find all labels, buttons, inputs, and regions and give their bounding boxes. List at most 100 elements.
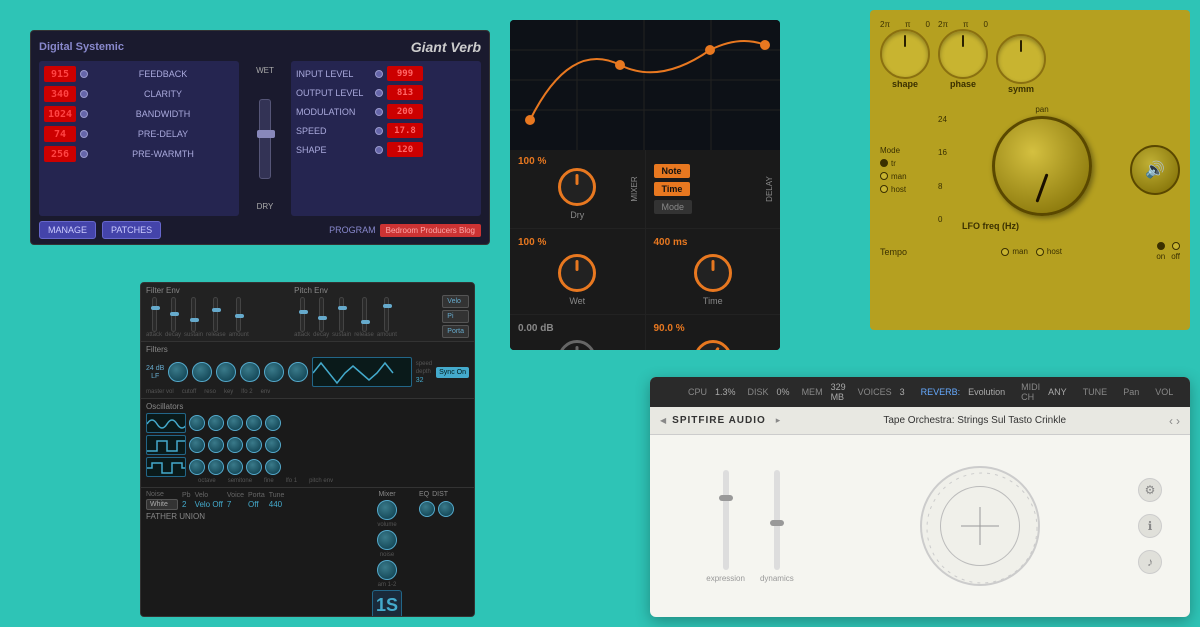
lfo-phase-knob[interactable] <box>938 29 988 79</box>
sf-info-btn[interactable]: ℹ <box>1138 514 1162 538</box>
synth-slider-sustain[interactable]: sustain <box>184 297 203 338</box>
ad-dry-knob[interactable] <box>558 168 596 206</box>
synth-osc3-semi[interactable] <box>208 459 224 475</box>
synth-mixer-osc1[interactable] <box>377 500 397 520</box>
sf-prev-btn[interactable]: ‹ <box>1169 414 1173 428</box>
synth-pitch-slider-amount[interactable]: amount <box>377 297 397 338</box>
synth-porta-btn[interactable]: Porta <box>442 325 469 338</box>
synth-osc1-semi[interactable] <box>208 415 224 431</box>
synth-osc1-octave[interactable] <box>189 415 205 431</box>
sf-dynamics-fader[interactable]: dynamics <box>760 470 794 583</box>
lfo-tempo-label: Tempo <box>880 247 907 257</box>
sf-dynamics-track[interactable] <box>774 470 780 570</box>
gv-outputlevel-dot[interactable] <box>375 89 383 97</box>
synth-osc1-pitchenv[interactable] <box>265 415 281 431</box>
synth-lfo2-knob[interactable] <box>264 362 284 382</box>
gv-clarity-dot[interactable] <box>80 90 88 98</box>
synth-noise-select[interactable]: White <box>146 499 178 510</box>
ad-time-btn[interactable]: Time <box>654 182 691 196</box>
lfo-radio-host[interactable] <box>880 185 888 193</box>
gv-wetdry-fader[interactable] <box>259 99 271 179</box>
synth-sync-btn[interactable]: Sync On <box>436 367 469 378</box>
lfo-off-item[interactable]: off <box>1171 242 1180 261</box>
synth-key-knob[interactable] <box>240 362 260 382</box>
ad-mode-inactive[interactable]: Mode <box>654 200 693 214</box>
synth-cutoff-knob[interactable] <box>192 362 212 382</box>
sf-expression-thumb[interactable] <box>719 495 733 501</box>
synth-osc3-pitchenv[interactable] <box>265 459 281 475</box>
gv-feedback-dot[interactable] <box>80 70 88 78</box>
synth-filters-row: 24 dB LF speed depth 32 Sync On <box>146 357 469 387</box>
gv-shape-dot[interactable] <box>375 146 383 154</box>
synth-osc3-octave[interactable] <box>189 459 205 475</box>
synth-osc2-semi[interactable] <box>208 437 224 453</box>
lfo-radio-tr[interactable] <box>880 159 888 167</box>
patches-button[interactable]: PATCHES <box>102 221 161 239</box>
synth-pitch-slider-decay[interactable]: decay <box>313 297 329 338</box>
sf-dynamics-thumb[interactable] <box>770 520 784 526</box>
lfo-off-label: off <box>1171 252 1180 261</box>
synth-reso-knob[interactable] <box>216 362 236 382</box>
synth-osc1-fine[interactable] <box>227 415 243 431</box>
ad-decay-knob[interactable] <box>694 340 732 350</box>
synth-mastervol-knob[interactable] <box>168 362 188 382</box>
synth-dist-knob[interactable] <box>438 501 454 517</box>
manage-button[interactable]: MANAGE <box>39 221 96 239</box>
synth-osc3-lfo1[interactable] <box>246 459 262 475</box>
synth-osc2-pitchenv[interactable] <box>265 437 281 453</box>
synth-slider-release[interactable]: release <box>206 297 226 338</box>
sf-main-dial[interactable] <box>920 466 1040 586</box>
sf-nav-arrow[interactable]: ◀ <box>660 416 666 425</box>
synth-osc-label: Oscillators <box>146 402 469 411</box>
synth-osc1-lfo1[interactable] <box>246 415 262 431</box>
ad-note-btn[interactable]: Note <box>654 164 690 178</box>
lfo-tempo-host[interactable]: host <box>1036 247 1062 256</box>
synth-slider-attack[interactable]: attack <box>146 297 162 338</box>
synth-slider-decay[interactable]: decay <box>165 297 181 338</box>
sf-midi-btn[interactable]: ♪ <box>1138 550 1162 574</box>
lfo-mode-man[interactable]: man <box>880 172 930 181</box>
ad-volume-knob[interactable] <box>558 340 596 350</box>
lfo-mode-host[interactable]: host <box>880 185 930 194</box>
lfo-off-radio[interactable] <box>1172 242 1180 250</box>
synth-mixer-osc3[interactable] <box>377 560 397 580</box>
gv-predelay-dot[interactable] <box>80 130 88 138</box>
synth-eq-knob[interactable] <box>419 501 435 517</box>
gv-bandwidth-dot[interactable] <box>80 110 88 118</box>
sf-pan-label: Pan <box>1123 387 1139 397</box>
lfo-symm-knob[interactable] <box>996 34 1046 84</box>
synth-slider-amount[interactable]: amount <box>229 297 249 338</box>
synth-osc2-octave[interactable] <box>189 437 205 453</box>
synth-velo-btn[interactable]: Velo <box>442 295 469 308</box>
synth-pitch-slider-attack[interactable]: attack <box>294 297 310 338</box>
lfo-on-radio[interactable] <box>1157 242 1165 250</box>
sf-expression-track[interactable] <box>723 470 729 570</box>
lfo-tempo-man[interactable]: man <box>1001 247 1028 256</box>
gv-fader-thumb[interactable] <box>257 130 275 138</box>
gv-modulation-dot[interactable] <box>375 108 383 116</box>
gv-inputlevel-dot[interactable] <box>375 70 383 78</box>
lfo-on-item[interactable]: on <box>1156 242 1165 261</box>
synth-osc2-fine[interactable] <box>227 437 243 453</box>
gv-prewarmth-dot[interactable] <box>80 150 88 158</box>
synth-mixer-osc2[interactable] <box>377 530 397 550</box>
lfo-mode-tr[interactable]: tr <box>880 159 930 168</box>
ad-time-knob[interactable] <box>694 254 732 292</box>
lfo-tempo-man-radio[interactable] <box>1001 248 1009 256</box>
lfo-radio-man[interactable] <box>880 172 888 180</box>
synth-pi-btn[interactable]: Pi <box>442 310 469 323</box>
sf-settings-btn[interactable]: ⚙ <box>1138 478 1162 502</box>
lfo-shape-knob[interactable] <box>880 29 930 79</box>
sf-next-btn[interactable]: › <box>1176 414 1180 428</box>
gv-speed-dot[interactable] <box>375 127 383 135</box>
gv-predelay-value: 74 <box>44 126 76 142</box>
synth-osc3-fine[interactable] <box>227 459 243 475</box>
sf-expression-fader[interactable]: expression <box>706 470 745 583</box>
synth-pitch-slider-release[interactable]: release <box>354 297 374 338</box>
ad-wet-knob[interactable] <box>558 254 596 292</box>
synth-osc2-lfo1[interactable] <box>246 437 262 453</box>
synth-pitch-slider-sustain[interactable]: sustain <box>332 297 351 338</box>
lfo-freq-knob[interactable] <box>992 116 1092 216</box>
synth-env-knob[interactable] <box>288 362 308 382</box>
lfo-tempo-host-radio[interactable] <box>1036 248 1044 256</box>
